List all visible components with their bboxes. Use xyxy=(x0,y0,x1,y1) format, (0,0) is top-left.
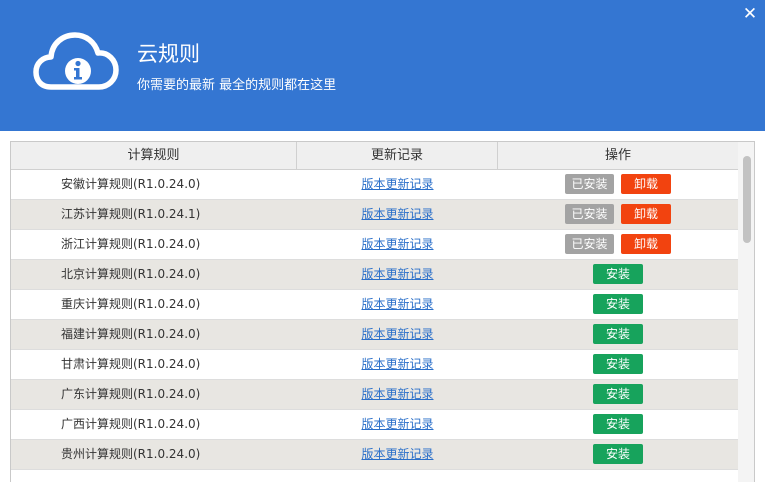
column-header-action: 操作 xyxy=(604,148,631,163)
vertical-scrollbar[interactable] xyxy=(738,142,754,482)
table-row: 江苏计算规则(R1.0.24.1) 版本更新记录 已安装 卸载 xyxy=(11,200,738,230)
column-header-rule: 计算规则 xyxy=(11,142,297,169)
cloud-info-icon xyxy=(33,32,119,90)
rule-name: 北京计算规则(R1.0.24.0) xyxy=(61,267,201,281)
changelog-link[interactable]: 版本更新记录 xyxy=(297,350,498,379)
rule-name: 贵州计算规则(R1.0.24.0) xyxy=(61,447,201,461)
install-button[interactable]: 安装 xyxy=(593,384,643,404)
install-button[interactable]: 安装 xyxy=(593,414,643,434)
installed-badge: 已安装 xyxy=(565,174,614,194)
changelog-link[interactable]: 版本更新记录 xyxy=(297,380,498,409)
uninstall-button[interactable]: 卸载 xyxy=(621,234,671,254)
changelog-link[interactable]: 版本更新记录 xyxy=(297,410,498,439)
install-button[interactable]: 安装 xyxy=(593,294,643,314)
table-row: 福建计算规则(R1.0.24.0) 版本更新记录 安装 xyxy=(11,320,738,350)
table-row: 贵州计算规则(R1.0.24.0) 版本更新记录 安装 xyxy=(11,440,738,470)
changelog-link[interactable]: 版本更新记录 xyxy=(297,260,498,289)
install-button[interactable]: 安装 xyxy=(593,444,643,464)
table-header: 计算规则 更新记录 操作 xyxy=(11,142,738,170)
rule-name: 浙江计算规则(R1.0.24.0) xyxy=(61,237,201,251)
table-row: 广东计算规则(R1.0.24.0) 版本更新记录 安装 xyxy=(11,380,738,410)
header-banner: ✕ 云规则 你需要的最新 最全的规则都在这里 xyxy=(0,0,765,131)
changelog-link[interactable]: 版本更新记录 xyxy=(297,320,498,349)
changelog-link[interactable]: 版本更新记录 xyxy=(297,230,498,259)
window-subtitle: 你需要的最新 最全的规则都在这里 xyxy=(137,78,337,93)
changelog-link[interactable]: 版本更新记录 xyxy=(297,290,498,319)
scrollbar-thumb[interactable] xyxy=(743,156,751,243)
rule-name: 广东计算规则(R1.0.24.0) xyxy=(61,387,201,401)
changelog-link[interactable]: 版本更新记录 xyxy=(297,440,498,469)
rule-name: 江苏计算规则(R1.0.24.1) xyxy=(61,207,201,221)
table-row: 重庆计算规则(R1.0.24.0) 版本更新记录 安装 xyxy=(11,290,738,320)
rules-table: 计算规则 更新记录 操作 安徽计算规则(R1.0.24.0) 版本更新记录 已安装卸… xyxy=(10,141,755,482)
installed-badge: 已安装 xyxy=(565,204,614,224)
changelog-link[interactable]: 版本更新记录 xyxy=(297,200,498,229)
table-row: 浙江计算规则(R1.0.24.0) 版本更新记录 已安装 卸载 xyxy=(11,230,738,260)
content-area: 计算规则 更新记录 操作 安徽计算规则(R1.0.24.0) 版本更新记录 已安装卸… xyxy=(0,131,765,482)
rule-name: 安徽计算规则(R1.0.24.0) xyxy=(61,177,201,191)
changelog-link[interactable]: 版本更新记录 xyxy=(297,170,498,199)
table-row: 甘肃计算规则(R1.0.24.0) 版本更新记录 安装 xyxy=(11,350,738,380)
table-row: 广西计算规则(R1.0.24.0) 版本更新记录 安装 xyxy=(11,410,738,440)
installed-badge: 已安装 xyxy=(565,234,614,254)
uninstall-button[interactable]: 卸载 xyxy=(621,174,671,194)
rule-name: 福建计算规则(R1.0.24.0) xyxy=(61,327,201,341)
rule-name: 广西计算规则(R1.0.24.0) xyxy=(61,417,201,431)
install-button[interactable]: 安装 xyxy=(593,354,643,374)
window-title: 云规则 xyxy=(137,42,200,66)
rule-name: 甘肃计算规则(R1.0.24.0) xyxy=(61,357,201,371)
install-button[interactable]: 安装 xyxy=(593,264,643,284)
table-row: 北京计算规则(R1.0.24.0) 版本更新记录 安装 xyxy=(11,260,738,290)
table-row: 安徽计算规则(R1.0.24.0) 版本更新记录 已安装 卸载 xyxy=(11,170,738,200)
uninstall-button[interactable]: 卸载 xyxy=(621,204,671,224)
rule-name: 重庆计算规则(R1.0.24.0) xyxy=(61,297,201,311)
install-button[interactable]: 安装 xyxy=(593,324,643,344)
column-header-changelog: 更新记录 xyxy=(297,142,498,169)
close-icon[interactable]: ✕ xyxy=(740,4,760,24)
